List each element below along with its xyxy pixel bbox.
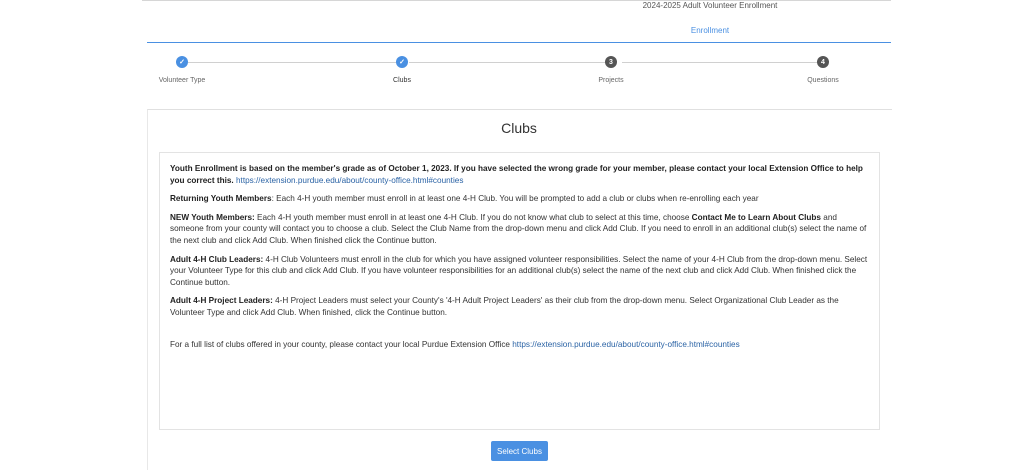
county-office-link[interactable]: https://extension.purdue.edu/about/count… xyxy=(236,176,463,185)
check-icon: ✓ xyxy=(396,56,408,68)
select-clubs-button[interactable]: Select Clubs xyxy=(491,441,548,461)
tab-enrollment[interactable]: Enrollment xyxy=(660,26,760,35)
step-connector xyxy=(409,62,609,63)
step-number: 3 xyxy=(605,56,617,68)
clubs-list-paragraph: For a full list of clubs offered in your… xyxy=(170,339,869,351)
tab-underline xyxy=(147,42,891,43)
project-heading: Adult 4-H Project Leaders: xyxy=(170,296,273,306)
step-label: Volunteer Type xyxy=(158,77,206,84)
leaders-heading: Adult 4-H Club Leaders: xyxy=(170,254,264,264)
new-members-paragraph: NEW Youth Members: Each 4-H youth member… xyxy=(170,212,869,247)
new-heading: NEW Youth Members: xyxy=(170,212,255,222)
new-text: Each 4-H youth member must enroll in at … xyxy=(254,212,692,222)
step-label: Questions xyxy=(807,77,839,84)
enrollment-note: Youth Enrollment is based on the member'… xyxy=(170,163,869,186)
step-connector xyxy=(188,62,396,63)
check-icon: ✓ xyxy=(176,56,188,68)
contact-me-emphasis: Contact Me to Learn About Clubs xyxy=(691,212,821,222)
returning-heading: Returning Youth Members xyxy=(170,194,272,204)
program-title: 2024-2025 Adult Volunteer Enrollment xyxy=(642,1,778,10)
step-number: 4 xyxy=(817,56,829,68)
footer-text: For a full list of clubs offered in your… xyxy=(170,339,513,349)
step-connector xyxy=(622,62,822,63)
step-label: Projects xyxy=(598,77,624,84)
returning-text: : Each 4-H youth member must enroll in a… xyxy=(271,194,759,204)
leaders-text: 4-H Club Volunteers must enroll in the c… xyxy=(170,254,868,287)
progress-stepper: ✓ Volunteer Type ✓ Clubs 3 Projects 4 Qu… xyxy=(147,56,891,90)
page-title: Clubs xyxy=(501,120,537,136)
county-office-link-footer[interactable]: https://extension.purdue.edu/about/count… xyxy=(512,340,739,349)
instructions-box: Youth Enrollment is based on the member'… xyxy=(159,152,880,430)
step-label: Clubs xyxy=(393,77,411,84)
club-leaders-paragraph: Adult 4-H Club Leaders: 4-H Club Volunte… xyxy=(170,254,869,289)
returning-members-paragraph: Returning Youth Members: Each 4-H youth … xyxy=(170,193,869,205)
project-leaders-paragraph: Adult 4-H Project Leaders: 4-H Project L… xyxy=(170,295,869,318)
